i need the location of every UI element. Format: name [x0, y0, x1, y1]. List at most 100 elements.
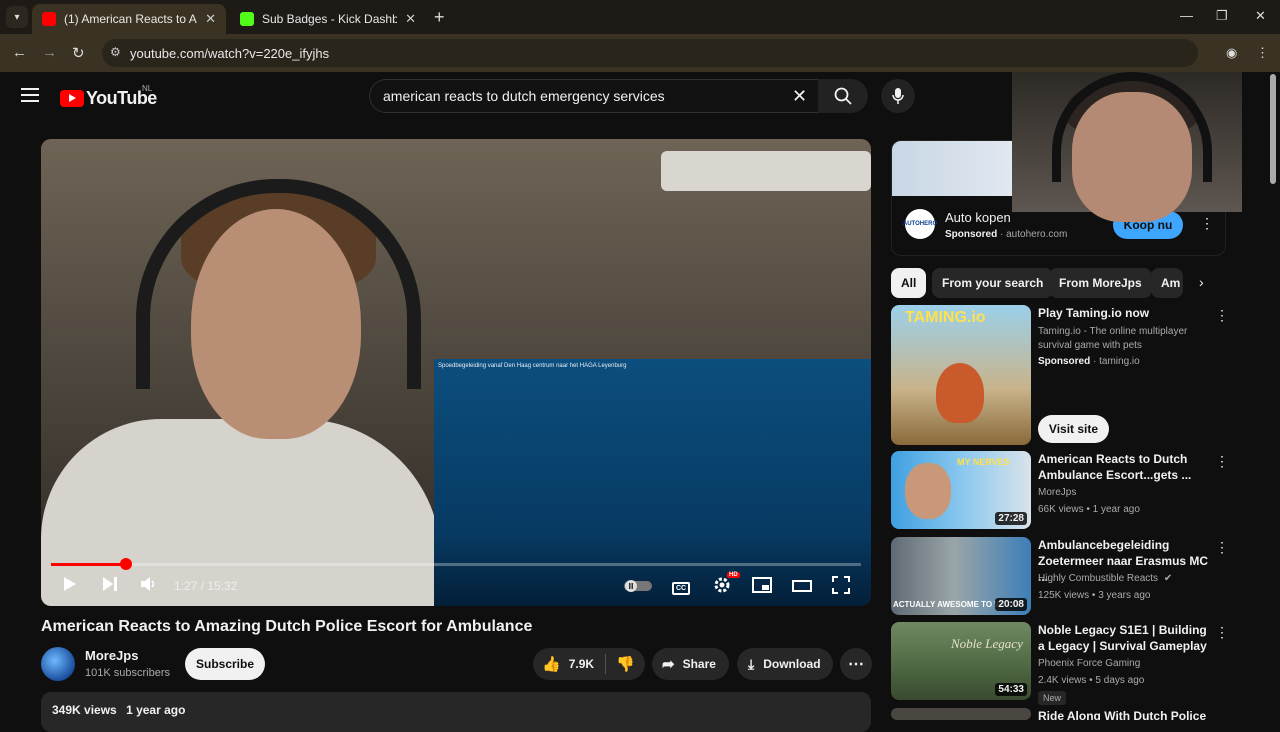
duration: 27:28 [995, 512, 1027, 525]
rec-menu-icon[interactable]: ⋮ [1215, 624, 1229, 641]
rec-item[interactable]: ACTUALLY AWESOME TO WATCH 20:08 Ambulanc… [891, 537, 1236, 617]
share-icon: ➦ [662, 656, 675, 673]
progress-bar[interactable] [51, 558, 861, 570]
download-button[interactable]: ⤓ Download [737, 648, 833, 680]
new-badge: New [1038, 691, 1067, 705]
chip-all[interactable]: All [891, 268, 927, 298]
rec-thumbnail: MY NERVES 27:28 [891, 451, 1031, 529]
visit-site-button[interactable]: Visit site [1038, 415, 1109, 443]
channel-avatar[interactable] [41, 647, 75, 681]
miniplayer-icon[interactable] [752, 577, 772, 598]
close-tab-icon[interactable]: ✕ [205, 11, 216, 27]
rec-item[interactable]: Ride Along With Dutch Police [891, 708, 1236, 720]
search-input[interactable]: american reacts to dutch emergency servi… [369, 79, 819, 113]
autoplay-toggle-icon[interactable] [624, 579, 652, 597]
game-character-image [936, 363, 984, 423]
youtube-play-icon [60, 90, 84, 107]
search-icon [834, 87, 852, 105]
duration: 54:33 [995, 683, 1027, 696]
rec-title: American Reacts to Dutch Ambulance Escor… [1038, 452, 1192, 482]
volume-icon[interactable] [140, 576, 158, 597]
rec-channel-name: Highly Combustible Reacts [1038, 573, 1159, 584]
forward-icon[interactable]: → [42, 44, 57, 61]
address-bar[interactable]: ⚙ youtube.com/watch?v=220e_ifyjhs [102, 39, 1198, 67]
divider [605, 654, 607, 674]
tab-title: (1) American Reacts to Amazing [64, 12, 197, 26]
new-tab-icon[interactable]: + [434, 7, 445, 28]
page-scrollbar[interactable] [1270, 74, 1276, 184]
video-person-shirt [41, 419, 441, 606]
back-icon[interactable]: ← [12, 44, 27, 61]
chip-truncated[interactable]: Am [1151, 268, 1183, 298]
play-icon[interactable] [63, 576, 77, 597]
minimize-icon[interactable]: — [1180, 8, 1193, 23]
description-box[interactable]: 349K views 1 year ago [41, 692, 871, 732]
more-actions-icon[interactable]: ⋯ [840, 648, 872, 680]
maximize-icon[interactable]: ❐ [1216, 8, 1228, 24]
rec-menu-icon[interactable]: ⋮ [1215, 539, 1229, 556]
thumb-text: TAMING.io [905, 309, 986, 326]
tab-kick[interactable]: Sub Badges - Kick Dashboard ✕ [230, 4, 426, 34]
site-info-icon[interactable]: ⚙ [110, 45, 121, 59]
ad-logo: AUTOHERO [903, 209, 937, 239]
subscriber-count: 101K subscribers [85, 667, 170, 679]
rec-item[interactable]: Noble Legacy 54:33 Noble Legacy S1E1 | B… [891, 622, 1236, 705]
chevron-right-icon[interactable]: › [1199, 274, 1204, 290]
time-display: 1:27 / 15:32 [174, 579, 238, 593]
rec-menu-icon[interactable]: ⋮ [1215, 453, 1229, 470]
reload-icon[interactable]: ↻ [72, 44, 85, 62]
rec-menu-icon[interactable]: ⋮ [1215, 307, 1229, 324]
thumb-text: MY NERVES [957, 457, 1010, 467]
rec-item[interactable]: MY NERVES 27:28 American Reacts to Dutch… [891, 451, 1236, 531]
country-code: NL [142, 84, 153, 93]
ad-menu-icon[interactable]: ⋮ [1200, 215, 1214, 232]
chip-from-morejps[interactable]: From MoreJps [1049, 268, 1152, 298]
guide-menu-icon[interactable] [21, 88, 39, 106]
rec-channel: MoreJps [1038, 487, 1077, 498]
embedded-video-title: Spoedbegeleiding vanaf Den Haag centrum … [438, 363, 627, 369]
ad-domain: autohero.com [1006, 229, 1068, 240]
youtube-logo[interactable]: YouTube NL [60, 84, 157, 109]
thumbs-down-icon[interactable]: 👎 [616, 655, 635, 673]
browser-toolbar: ← → ↻ ⚙ youtube.com/watch?v=220e_ifyjhs … [0, 34, 1280, 72]
subtitles-icon[interactable]: CC [672, 577, 690, 595]
sponsored-game-card[interactable]: TAMING.io Play Taming.io now Taming.io -… [891, 305, 1236, 445]
chip-from-your-search[interactable]: From your search [932, 268, 1054, 298]
thumbs-up-icon[interactable]: 👍 [542, 655, 561, 673]
rec-thumbnail: TAMING.io [891, 305, 1031, 445]
rec-title: Play Taming.io now [1038, 306, 1150, 320]
share-button[interactable]: ➦ Share [652, 648, 729, 680]
upload-age: 1 year ago [126, 703, 186, 717]
webcam-headphones [1052, 72, 1212, 182]
rec-thumbnail [891, 708, 1031, 720]
menu-dots-icon[interactable]: ⋮ [1256, 45, 1269, 61]
channel-name[interactable]: MoreJps [85, 648, 138, 663]
ad-meta: Sponsored · autohero.com [945, 229, 1068, 240]
ad-sponsored-label: Sponsored [945, 229, 998, 240]
clear-search-icon[interactable]: ✕ [792, 86, 807, 107]
theater-mode-icon[interactable] [792, 579, 812, 597]
tab-search-chevron-icon[interactable]: ▾ [6, 6, 28, 28]
tab-youtube[interactable]: (1) American Reacts to Amazing ✕ [32, 4, 226, 34]
subscribe-button[interactable]: Subscribe [185, 648, 265, 680]
close-window-icon[interactable]: ✕ [1255, 8, 1266, 24]
rec-description: Taming.io - The online multiplayer survi… [1038, 326, 1188, 351]
like-count[interactable]: 7.9K [569, 657, 594, 671]
rec-meta: 125K views • 3 years ago [1038, 590, 1151, 601]
hd-badge: HD [727, 572, 740, 578]
browser-tab-bar: ▾ (1) American Reacts to Amazing ✕ Sub B… [0, 0, 1280, 34]
next-icon[interactable] [102, 576, 118, 597]
search-button[interactable] [818, 79, 868, 113]
fullscreen-icon[interactable] [832, 576, 850, 599]
voice-search-button[interactable] [881, 79, 915, 113]
rec-channel: Highly Combustible Reacts ✔ [1038, 573, 1172, 584]
embedded-video: Spoedbegeleiding vanaf Den Haag centrum … [434, 359, 871, 606]
ad-title: Auto kopen [945, 210, 1011, 225]
progress-fill [51, 563, 127, 566]
settings-icon[interactable] [712, 575, 732, 600]
share-label: Share [682, 657, 716, 671]
youtube-favicon-icon [42, 12, 56, 26]
video-player[interactable]: Spoedbegeleiding vanaf Den Haag centrum … [41, 139, 871, 606]
close-tab-icon[interactable]: ✕ [405, 11, 416, 27]
profile-icon[interactable]: ◉ [1226, 45, 1237, 61]
